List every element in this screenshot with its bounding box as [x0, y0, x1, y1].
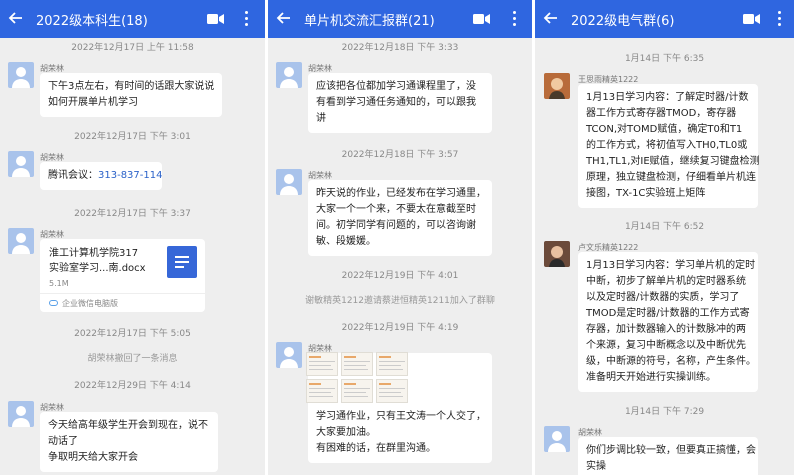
avatar[interactable] [8, 151, 34, 177]
video-call-icon[interactable] [473, 13, 490, 25]
message-bubble[interactable]: 你们步调比较一致，但要真正搞懂，会 实操 [578, 437, 758, 475]
timestamp: 2022年12月19日 下午 4:19 [341, 323, 459, 333]
more-menu-icon[interactable] [513, 11, 517, 27]
recall-notice: 胡荣林撤回了一条消息 [87, 354, 178, 364]
message-text: 1月13日学习内容：了解定时器/计数 [586, 92, 749, 103]
cloud-icon [49, 300, 58, 306]
message-text: 动话了 [48, 436, 78, 447]
timestamp: 2022年12月18日 下午 3:33 [341, 43, 459, 53]
message-text: 准备明天开始进行实操训练。 [586, 372, 716, 383]
avatar[interactable] [544, 73, 570, 99]
message-text: 以及定时器/计数器的实质，学习了 [586, 292, 740, 303]
message-text: 今天给高年级学生开会到现在，说不 [48, 420, 208, 431]
timestamp: 1月14日 下午 7:29 [624, 407, 705, 417]
message-bubble[interactable]: 今天给高年级学生开会到现在，说不 动话了 争取明天给大家开会 [40, 412, 218, 472]
timestamp: 2022年12月17日 下午 3:01 [74, 132, 191, 142]
message-text: 接图，TX-1C实验班上矩阵 [586, 188, 706, 199]
more-menu-icon[interactable] [245, 11, 249, 27]
chat-header: 2022级本科生(18) [0, 0, 265, 38]
file-name: 淮工计算机学院317 实验室学习...南.docx [49, 248, 146, 274]
message-text: 的工作方式，将初值写入TH0,TL0或 [586, 140, 748, 151]
file-size: 5.1M [49, 279, 69, 288]
video-call-icon[interactable] [743, 13, 760, 25]
message-text: 学习通作业，只有王文涛一个人交了， [316, 411, 486, 422]
message-bubble[interactable]: 腾讯会议：313-837-114 [40, 162, 162, 190]
file-attachment[interactable]: 淮工计算机学院317 实验室学习...南.docx 5.1M 企业微信电脑版 [40, 239, 205, 312]
timestamp: 2022年12月18日 下午 3:57 [341, 150, 459, 160]
image-attachment[interactable] [306, 352, 409, 404]
message-text: 腾讯会议： [48, 170, 98, 181]
more-menu-icon[interactable] [778, 11, 782, 27]
video-call-icon[interactable] [207, 13, 224, 25]
chat-title: 2022级本科生(18) [36, 14, 148, 29]
message-text: 应该把各位都加学习通课程里了，没 [316, 81, 476, 92]
meeting-link[interactable]: 313-837-114 [98, 170, 162, 181]
timestamp: 2022年12月29日 下午 4:14 [74, 381, 191, 391]
message-text: 你们步调比较一致，但要真正搞懂，会 [586, 445, 756, 456]
message-bubble[interactable]: 1月13日学习内容：学习单片机的定时 中断，初步了解单片机的定时器系统 以及定时… [578, 252, 758, 392]
timestamp: 1月14日 下午 6:35 [624, 54, 705, 64]
divider [40, 293, 205, 294]
message-text: 间。初学同学有问题的，可以咨询谢 [316, 220, 476, 231]
avatar[interactable] [276, 169, 302, 195]
message-text: 1月13日学习内容：学习单片机的定时 [586, 260, 756, 271]
avatar[interactable] [276, 62, 302, 88]
timestamp: 2022年12月17日 上午 11:58 [71, 43, 194, 53]
chat-header: 2022级电气群(6) [535, 0, 794, 38]
message-text: 实操 [586, 461, 606, 472]
message-bubble[interactable]: 1月13日学习内容：了解定时器/计数 器工作方式寄存器TMOD，寄存器 TCON… [578, 84, 760, 208]
message-text: 下午3点左右，有时间的话跟大家说说 [48, 81, 215, 92]
chat-title: 2022级电气群(6) [571, 14, 675, 29]
avatar[interactable] [276, 342, 302, 368]
system-notice: 谢敏精英1212邀请蔡进恒精英1211加入了群聊 [305, 296, 495, 306]
message-text: 存器，加计数器输入的计数脉冲的两 [586, 324, 746, 335]
message-text: 大家要加油。 [316, 427, 376, 438]
message-text: 敏、段媛媛。 [316, 236, 376, 247]
message-text: 有困难的话，在群里沟通。 [316, 443, 436, 454]
message-text: 讲 [316, 113, 326, 124]
message-text: 有看到学习通任务通知的，可以跟我 [316, 97, 476, 108]
file-source: 企业微信电脑版 [62, 299, 118, 308]
message-text: 如何开展单片机学习 [48, 97, 138, 108]
avatar[interactable] [544, 241, 570, 267]
message-text: 级，中断源的符号，名称，产生条件。 [586, 356, 756, 367]
back-arrow-icon[interactable] [275, 9, 293, 27]
document-icon [167, 246, 197, 278]
avatar[interactable] [8, 401, 34, 427]
message-text: 器工作方式寄存器TMOD，寄存器 [586, 108, 737, 119]
back-arrow-icon[interactable] [7, 9, 25, 27]
message-text: TMOD是定时器/计数器的工作方式寄 [586, 308, 750, 319]
chat-panel-undergrad: 2022级本科生(18) 2022年12月17日 上午 11:58 胡荣林 下午… [0, 0, 265, 475]
message-text: TCON,对TOMD赋值，确定T0和T1 [586, 124, 743, 135]
timestamp: 2022年12月19日 下午 4:01 [341, 271, 459, 281]
message-text: 昨天说的作业，已经发布在学习通里， [316, 188, 486, 199]
message-text: 个来源，复习中断概念以及中断优先 [586, 340, 746, 351]
chat-title: 单片机交流汇报群(21) [304, 14, 435, 29]
avatar[interactable] [544, 426, 570, 452]
back-arrow-icon[interactable] [542, 9, 560, 27]
avatar[interactable] [8, 228, 34, 254]
message-bubble[interactable]: 应该把各位都加学习通课程里了，没 有看到学习通任务通知的，可以跟我 讲 [308, 73, 492, 133]
chat-panel-electrical: 2022级电气群(6) 1月14日 下午 6:35 王思雨精英1222 1月13… [535, 0, 794, 475]
timestamp: 1月14日 下午 6:52 [624, 222, 705, 232]
message-text: TH1,TL1,对IE赋值，继续复习键盘检测 [586, 156, 760, 167]
avatar[interactable] [8, 62, 34, 88]
message-bubble[interactable]: 下午3点左右，有时间的话跟大家说说 如何开展单片机学习 [40, 73, 222, 117]
timestamp: 2022年12月17日 下午 3:37 [74, 209, 191, 219]
message-bubble[interactable]: 昨天说的作业，已经发布在学习通里， 大家一个一个来，不要太在意截至时 间。初学同… [308, 180, 492, 256]
message-text: 大家一个一个来，不要太在意截至时 [316, 204, 476, 215]
chat-header: 单片机交流汇报群(21) [268, 0, 532, 38]
timestamp: 2022年12月17日 下午 5:05 [74, 329, 191, 339]
message-text: 中断，初步了解单片机的定时器系统 [586, 276, 746, 287]
message-text: 原理，独立键盘检测，仔细看单片机连 [586, 172, 756, 183]
message-text: 争取明天给大家开会 [48, 452, 138, 463]
